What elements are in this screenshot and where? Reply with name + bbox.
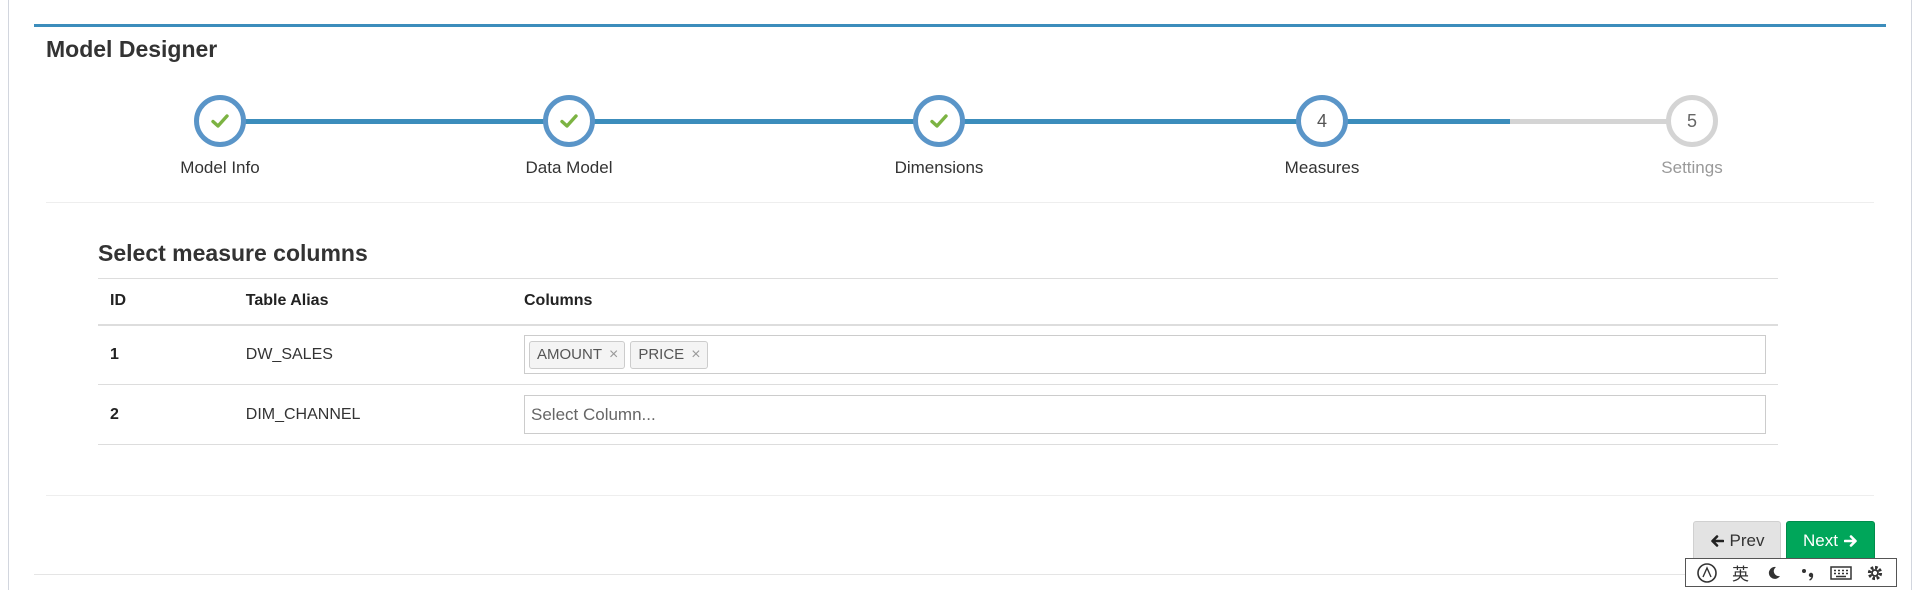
column-tag-price: PRICE × [630, 340, 708, 369]
arrow-left-icon [1710, 535, 1724, 547]
step-label: Settings [1661, 158, 1723, 177]
header-id: ID [98, 278, 234, 326]
row-id: 2 [98, 384, 234, 445]
table-header-row: ID Table Alias Columns [98, 278, 1778, 326]
tag-label: PRICE [638, 346, 685, 364]
arrow-right-icon [1843, 535, 1857, 547]
divider [46, 202, 1874, 203]
column-select-input[interactable] [524, 395, 1766, 434]
section-title: Select measure columns [98, 240, 368, 266]
remove-tag-icon[interactable]: × [609, 346, 618, 364]
moon-icon[interactable] [1763, 565, 1785, 581]
step-number: 5 [1686, 110, 1697, 131]
row-columns-cell: AMOUNT × PRICE × [512, 324, 1778, 385]
step-circle: 4 [1296, 95, 1348, 147]
header-columns: Columns [512, 278, 1778, 326]
step-circle [194, 95, 246, 147]
wizard-steps: Model Info Data Model Dimensions 4 Measu… [0, 95, 1920, 185]
table-row: 1 DW_SALES AMOUNT × PRICE × [98, 324, 1778, 385]
table-row: 2 DIM_CHANNEL [98, 384, 1778, 445]
measures-table: ID Table Alias Columns 1 DW_SALES AMOUNT… [98, 278, 1778, 445]
ime-toolbar: 英 [1685, 558, 1897, 587]
step-circle [543, 95, 595, 147]
step-settings[interactable]: 5 Settings [1592, 95, 1792, 178]
column-tag-amount: AMOUNT × [529, 340, 626, 369]
ime-language-toggle[interactable]: 英 [1729, 560, 1751, 585]
step-dimensions[interactable]: Dimensions [839, 95, 1039, 178]
row-id: 1 [98, 324, 234, 385]
step-model-info[interactable]: Model Info [120, 95, 320, 178]
check-icon [211, 114, 229, 128]
step-label: Model Info [180, 158, 260, 177]
keyboard-icon[interactable] [1830, 565, 1853, 581]
next-label: Next [1803, 531, 1838, 550]
tag-label: AMOUNT [537, 346, 602, 364]
window-border-right [1911, 0, 1912, 590]
step-label: Data Model [525, 158, 613, 177]
prev-label: Prev [1729, 531, 1765, 550]
row-table-alias: DIM_CHANNEL [233, 384, 512, 445]
remove-tag-icon[interactable]: × [691, 346, 700, 364]
check-icon [560, 114, 578, 128]
punctuation-icon[interactable] [1797, 565, 1819, 581]
step-measures[interactable]: 4 Measures [1222, 95, 1422, 178]
step-data-model[interactable]: Data Model [469, 95, 669, 178]
check-icon [930, 114, 948, 128]
step-circle [913, 95, 965, 147]
page-title: Model Designer [46, 36, 218, 62]
step-circle: 5 [1666, 95, 1718, 147]
divider [46, 495, 1874, 496]
step-number: 4 [1316, 110, 1327, 131]
header-table-alias: Table Alias [233, 278, 512, 326]
next-button[interactable]: Next [1786, 521, 1875, 561]
step-label: Dimensions [894, 158, 984, 177]
row-table-alias: DW_SALES [233, 324, 512, 385]
window-border-left [8, 0, 9, 590]
gear-icon[interactable] [1864, 564, 1886, 582]
ime-logo-icon[interactable] [1696, 562, 1718, 584]
step-label: Measures [1284, 158, 1360, 177]
prev-button[interactable]: Prev [1693, 521, 1781, 561]
column-multiselect[interactable]: AMOUNT × PRICE × [524, 335, 1766, 375]
row-columns-cell [512, 384, 1778, 445]
